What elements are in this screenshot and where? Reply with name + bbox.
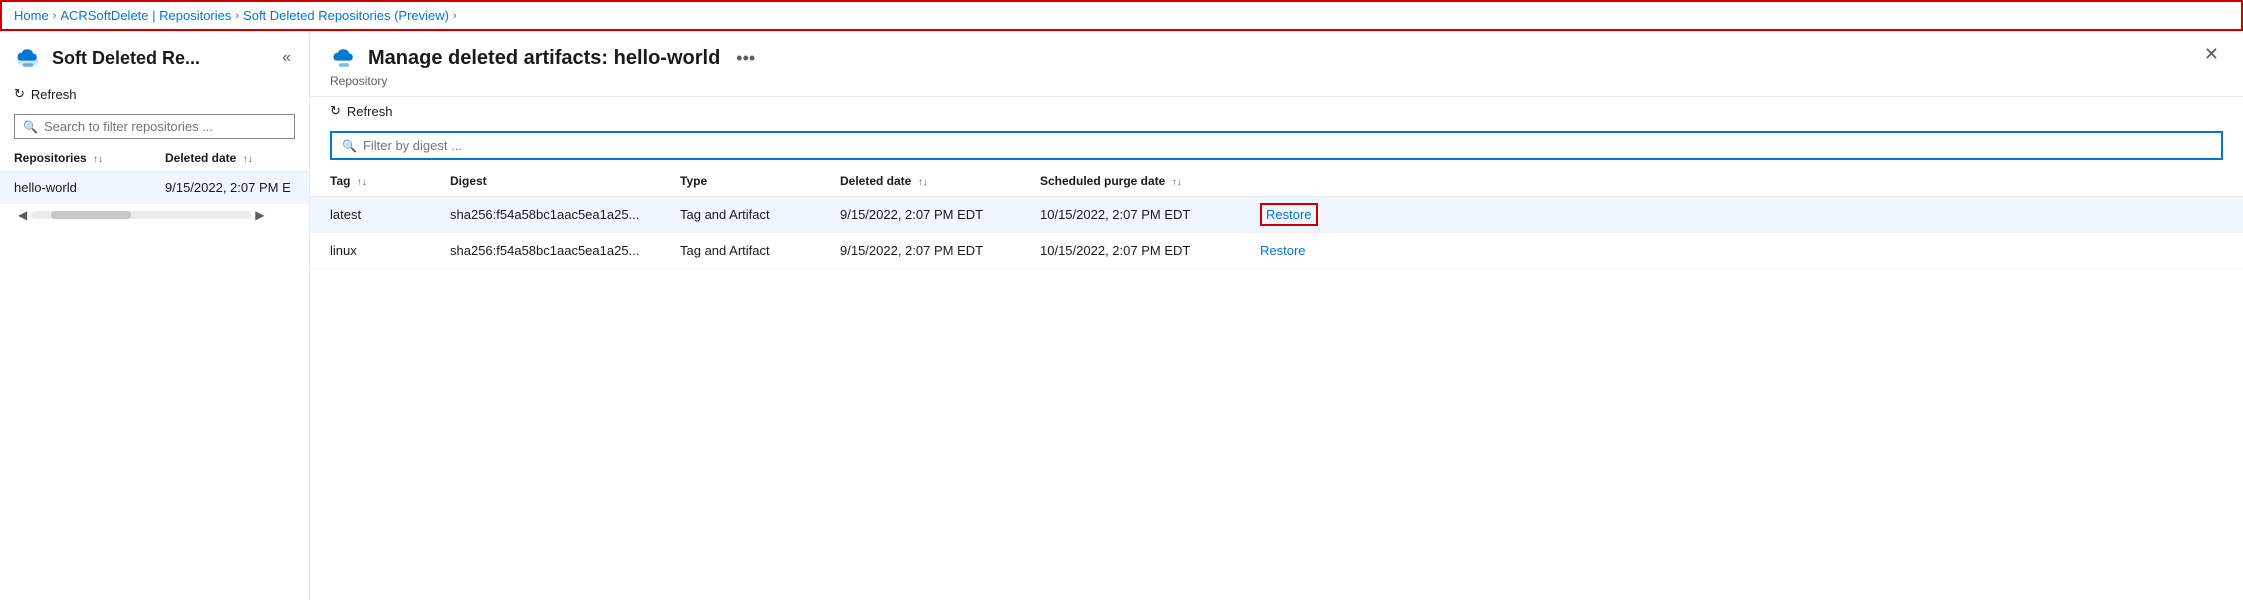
right-refresh-icon: ↻ xyxy=(330,103,341,119)
del-date-cell: 9/15/2022, 2:07 PM EDT xyxy=(840,207,1040,222)
action-cell: Restore xyxy=(1260,207,2223,222)
sort-repo-icon[interactable]: ↑↓ xyxy=(93,154,103,165)
left-panel-title-row: Soft Deleted Re... xyxy=(14,44,200,72)
sort-tag-icon[interactable]: ↑↓ xyxy=(357,177,367,188)
left-panel-title: Soft Deleted Re... xyxy=(52,48,200,69)
right-panel-title-section: Manage deleted artifacts: hello-world ••… xyxy=(330,44,761,88)
restore-button-row2[interactable]: Restore xyxy=(1260,243,1306,258)
col-purge-date-header: Scheduled purge date ↑↓ xyxy=(1040,174,1260,188)
scrollbar-track[interactable] xyxy=(31,211,251,219)
sort-del-date-icon[interactable]: ↑↓ xyxy=(918,177,928,188)
right-panel-subtitle: Repository xyxy=(330,74,761,88)
breadcrumb: Home › ACRSoftDelete | Repositories › So… xyxy=(0,0,2243,31)
restore-button-row1[interactable]: Restore xyxy=(1260,203,1318,226)
breadcrumb-sep-2: › xyxy=(235,10,239,22)
main-layout: Soft Deleted Re... « ↻ Refresh 🔍 Reposit… xyxy=(0,31,2243,600)
search-icon: 🔍 xyxy=(23,120,38,134)
right-panel-title: Manage deleted artifacts: hello-world xyxy=(368,47,720,70)
table-row[interactable]: latest sha256:f54a58bc1aac5ea1a25... Tag… xyxy=(310,197,2243,233)
col-type-header: Type xyxy=(680,174,840,188)
table-row[interactable]: linux sha256:f54a58bc1aac5ea1a25... Tag … xyxy=(310,233,2243,269)
col-del-date-header: Deleted date ↑↓ xyxy=(840,174,1040,188)
filter-search-icon: 🔍 xyxy=(342,139,357,153)
refresh-icon: ↻ xyxy=(14,86,25,102)
filter-wrapper: 🔍 xyxy=(310,125,2243,166)
right-panel-title-row: Manage deleted artifacts: hello-world ••… xyxy=(330,44,761,72)
cloud-icon xyxy=(14,44,42,72)
search-wrapper: 🔍 xyxy=(0,108,309,145)
right-refresh-button[interactable]: ↻ Refresh xyxy=(310,97,2243,125)
type-cell: Tag and Artifact xyxy=(680,243,840,258)
scroll-left-button[interactable]: ◀ xyxy=(14,208,31,222)
breadcrumb-home[interactable]: Home xyxy=(14,8,49,23)
col-repositories: Repositories ↑↓ xyxy=(14,151,165,165)
col-deleted-date: Deleted date ↑↓ xyxy=(165,151,295,165)
left-refresh-label: Refresh xyxy=(31,87,77,102)
tag-cell: linux xyxy=(330,243,450,258)
left-table-header: Repositories ↑↓ Deleted date ↑↓ xyxy=(0,145,309,172)
data-table-header: Tag ↑↓ Digest Type Deleted date ↑↓ Sched… xyxy=(310,166,2243,197)
breadcrumb-sep-1: › xyxy=(53,10,57,22)
search-input[interactable] xyxy=(44,119,286,134)
col-tag-header: Tag ↑↓ xyxy=(330,174,450,188)
purge-date-cell: 10/15/2022, 2:07 PM EDT xyxy=(1040,243,1260,258)
left-panel-header: Soft Deleted Re... « xyxy=(0,32,309,80)
filter-input[interactable] xyxy=(363,138,2211,153)
breadcrumb-current[interactable]: Soft Deleted Repositories (Preview) xyxy=(243,8,449,23)
col-digest-header: Digest xyxy=(450,174,680,188)
del-date-cell: 9/15/2022, 2:07 PM EDT xyxy=(840,243,1040,258)
left-refresh-button[interactable]: ↻ Refresh xyxy=(0,80,309,108)
action-cell: Restore xyxy=(1260,243,2223,258)
collapse-button[interactable]: « xyxy=(278,47,295,69)
sort-deleted-icon[interactable]: ↑↓ xyxy=(243,154,253,165)
purge-date-cell: 10/15/2022, 2:07 PM EDT xyxy=(1040,207,1260,222)
data-table: Tag ↑↓ Digest Type Deleted date ↑↓ Sched… xyxy=(310,166,2243,600)
col-action-header xyxy=(1260,174,2223,188)
left-panel: Soft Deleted Re... « ↻ Refresh 🔍 Reposit… xyxy=(0,32,310,600)
scrollbar-area: ◀ ▶ xyxy=(0,204,309,226)
header-actions: ✕ xyxy=(2200,44,2223,65)
filter-box: 🔍 xyxy=(330,131,2223,160)
scrollbar-thumb xyxy=(51,211,131,219)
right-refresh-label: Refresh xyxy=(347,104,393,119)
deleted-date-cell: 9/15/2022, 2:07 PM E xyxy=(165,180,295,195)
right-cloud-icon xyxy=(330,44,358,72)
breadcrumb-sep-3: › xyxy=(453,10,457,22)
digest-cell: sha256:f54a58bc1aac5ea1a25... xyxy=(450,243,680,258)
right-panel-header: Manage deleted artifacts: hello-world ••… xyxy=(310,32,2243,97)
more-options-button[interactable]: ••• xyxy=(730,48,761,69)
left-table-row[interactable]: hello-world 9/15/2022, 2:07 PM E xyxy=(0,172,309,204)
type-cell: Tag and Artifact xyxy=(680,207,840,222)
digest-cell: sha256:f54a58bc1aac5ea1a25... xyxy=(450,207,680,222)
scroll-right-button[interactable]: ▶ xyxy=(251,208,268,222)
tag-cell: latest xyxy=(330,207,450,222)
sort-purge-date-icon[interactable]: ↑↓ xyxy=(1172,177,1182,188)
repo-name-cell: hello-world xyxy=(14,180,165,195)
close-button[interactable]: ✕ xyxy=(2200,44,2223,65)
search-box: 🔍 xyxy=(14,114,295,139)
right-panel: Manage deleted artifacts: hello-world ••… xyxy=(310,32,2243,600)
breadcrumb-acr[interactable]: ACRSoftDelete | Repositories xyxy=(60,8,231,23)
